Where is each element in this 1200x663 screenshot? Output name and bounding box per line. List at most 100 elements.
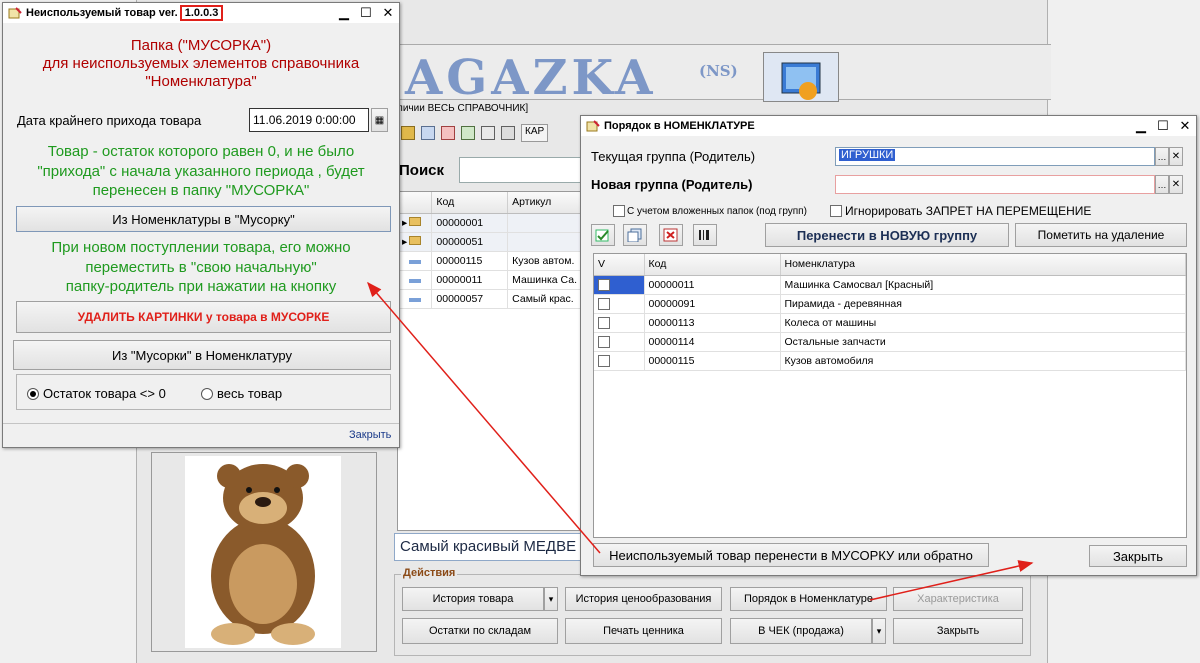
row-article — [507, 213, 582, 233]
table-row[interactable]: ▸ 00000051 — [398, 232, 582, 252]
maximize-button[interactable]: ☐ — [1152, 117, 1174, 135]
current-group-input[interactable]: ИГРУШКИ — [835, 147, 1155, 166]
check-all-icon — [595, 229, 609, 242]
unused-window-title: Неиспользуемый товар ver. — [26, 7, 178, 19]
minimize-button[interactable]: ▁ — [333, 4, 355, 22]
search-label: Поиск — [399, 162, 445, 179]
check-all-button[interactable] — [591, 224, 615, 246]
row-checkbox[interactable] — [598, 278, 610, 291]
add-icon[interactable] — [401, 126, 415, 140]
close-window-button[interactable]: ✕ — [1174, 117, 1196, 135]
row-article: Кузов автом. — [507, 251, 582, 271]
info-line-5: переместить в "свою начальную" — [85, 259, 317, 276]
copy-icon[interactable] — [481, 126, 495, 140]
new-group-select-button[interactable]: … — [1155, 175, 1169, 194]
print-icon[interactable] — [501, 126, 515, 140]
product-history-dropdown[interactable]: ▾ — [544, 587, 558, 611]
order-close-button[interactable]: Закрыть — [1089, 545, 1187, 567]
catalog-subtitle: личии ВЕСЬ СПРАВОЧНИК] — [397, 103, 529, 114]
ignore-restriction-checkbox[interactable]: Игнорировать ЗАПРЕТ НА ПЕРЕМЕЩЕНИЕ — [830, 204, 1091, 218]
new-group-clear-button[interactable]: ✕ — [1169, 175, 1183, 194]
radio-all-goods[interactable]: весь товар — [201, 386, 282, 401]
row-code: 00000113 — [644, 313, 781, 333]
column-header-v[interactable]: V — [594, 254, 645, 276]
item-icon — [398, 270, 433, 290]
window-app-icon — [586, 120, 600, 132]
table-row[interactable]: 00000057 Самый крас. — [398, 289, 582, 309]
characteristics-button[interactable]: Характеристика — [893, 587, 1023, 611]
move-to-new-group-button[interactable]: Перенести в НОВУЮ группу — [765, 223, 1009, 247]
row-code: 00000001 — [431, 213, 509, 233]
mark-for-deletion-button[interactable]: Пометить на удаление — [1015, 223, 1187, 247]
nested-folders-checkbox[interactable]: С учетом вложенных папок (под групп) — [613, 205, 807, 217]
table-row[interactable]: 00000113 Колеса от машины — [594, 313, 1186, 333]
order-window-titlebar: Порядок в НОМЕНКЛАТУРЕ ▁ ☐ ✕ — [581, 116, 1196, 136]
table-row[interactable]: 00000091 Пирамида - деревянная — [594, 294, 1186, 314]
calendar-button[interactable]: ▦ — [371, 108, 388, 132]
radio-nonzero-stock[interactable]: Остаток товара <> 0 — [27, 386, 166, 401]
barcode-icon — [699, 230, 709, 240]
table-row[interactable]: 00000114 Остальные запчасти — [594, 332, 1186, 352]
search-input[interactable] — [459, 157, 581, 183]
stock-by-warehouse-button[interactable]: Остатки по складам — [402, 618, 558, 644]
nested-folders-label: С учетом вложенных папок (под групп) — [627, 205, 807, 217]
grid-corner — [398, 192, 433, 214]
row-name: Кузов автомобиля — [780, 351, 1186, 371]
catalog-order-button[interactable]: Порядок в Номенклатуре — [730, 587, 887, 611]
checkbox-box — [613, 205, 625, 217]
unused-window-titlebar: Неиспользуемый товар ver. 1.0.0.3 ▁ ☐ ✕ — [3, 3, 399, 23]
actions-label: Действия — [401, 567, 458, 579]
row-checkbox[interactable] — [598, 316, 610, 329]
monitor-icon — [763, 52, 839, 102]
row-article — [507, 232, 582, 252]
date-input[interactable]: 11.06.2019 0:00:00 — [249, 108, 369, 132]
product-history-button[interactable]: История товара — [402, 587, 544, 611]
table-row[interactable]: 00000011 Машинка Самосвал [Красный] — [594, 275, 1186, 295]
version-label: 1.0.0.3 — [179, 5, 224, 21]
delete-images-button[interactable]: УДАЛИТЬ КАРТИНКИ у товара в МУСОРКЕ — [16, 301, 391, 333]
print-price-tag-button[interactable]: Печать ценника — [565, 618, 722, 644]
close-window-button[interactable]: ✕ — [377, 4, 399, 22]
to-check-dropdown[interactable]: ▾ — [872, 618, 886, 644]
to-check-button[interactable]: В ЧЕК (продажа) — [730, 618, 872, 644]
folder-heading-1: Папка ("МУСОРКА") — [130, 37, 272, 54]
catalog-order-window: Порядок в НОМЕНКЛАТУРЕ ▁ ☐ ✕ Текущая гру… — [580, 115, 1197, 576]
filter-icon[interactable] — [461, 126, 475, 140]
price-history-button[interactable]: История ценообразования — [565, 587, 722, 611]
unused-goods-button[interactable]: Неиспользуемый товар перенести в МУСОРКУ… — [593, 543, 989, 567]
table-row[interactable]: 00000011 Машинка Са. — [398, 270, 582, 290]
delete-icon[interactable] — [441, 126, 455, 140]
column-header-article[interactable]: Артикул — [507, 192, 582, 214]
table-row[interactable]: 00000115 Кузов автом. — [398, 251, 582, 271]
card-button[interactable]: КАР — [521, 124, 549, 142]
current-group-select-button[interactable]: … — [1155, 147, 1169, 166]
table-row[interactable]: 00000115 Кузов автомобиля — [594, 351, 1186, 371]
column-header-name[interactable]: Номенклатура — [780, 254, 1186, 276]
folder-heading-3: "Номенклатура" — [145, 73, 257, 90]
uncheck-all-button[interactable] — [659, 224, 683, 246]
main-close-button[interactable]: Закрыть — [893, 618, 1023, 644]
current-group-clear-button[interactable]: ✕ — [1169, 147, 1183, 166]
row-checkbox[interactable] — [598, 354, 610, 367]
maximize-button[interactable]: ☐ — [355, 4, 377, 22]
folder-icon: ▸ — [398, 213, 433, 233]
edit-icon[interactable] — [421, 126, 435, 140]
item-icon — [398, 251, 433, 271]
copy-icon — [627, 228, 642, 242]
column-header-code[interactable]: Код — [644, 254, 781, 276]
restore-from-trash-button[interactable]: Из "Мусорки" в Номенклатуру — [13, 340, 391, 370]
row-checkbox[interactable] — [598, 335, 610, 348]
new-group-input[interactable] — [835, 175, 1155, 194]
column-header-code[interactable]: Код — [431, 192, 509, 214]
table-row[interactable]: ▸ 00000001 — [398, 213, 582, 233]
copy-selection-button[interactable] — [623, 224, 647, 246]
minimize-button[interactable]: ▁ — [1130, 117, 1152, 135]
move-to-trash-button[interactable]: Из Номенклатуры в "Мусорку" — [16, 206, 391, 232]
checkbox-box — [830, 205, 842, 217]
app-logo-sup: (NS) — [699, 62, 738, 80]
uncheck-icon — [663, 228, 678, 242]
unused-close-link[interactable]: Закрыть — [349, 429, 391, 441]
order-window-title: Порядок в НОМЕНКЛАТУРЕ — [604, 120, 755, 132]
row-checkbox[interactable] — [598, 297, 610, 310]
barcode-button[interactable] — [693, 224, 717, 246]
